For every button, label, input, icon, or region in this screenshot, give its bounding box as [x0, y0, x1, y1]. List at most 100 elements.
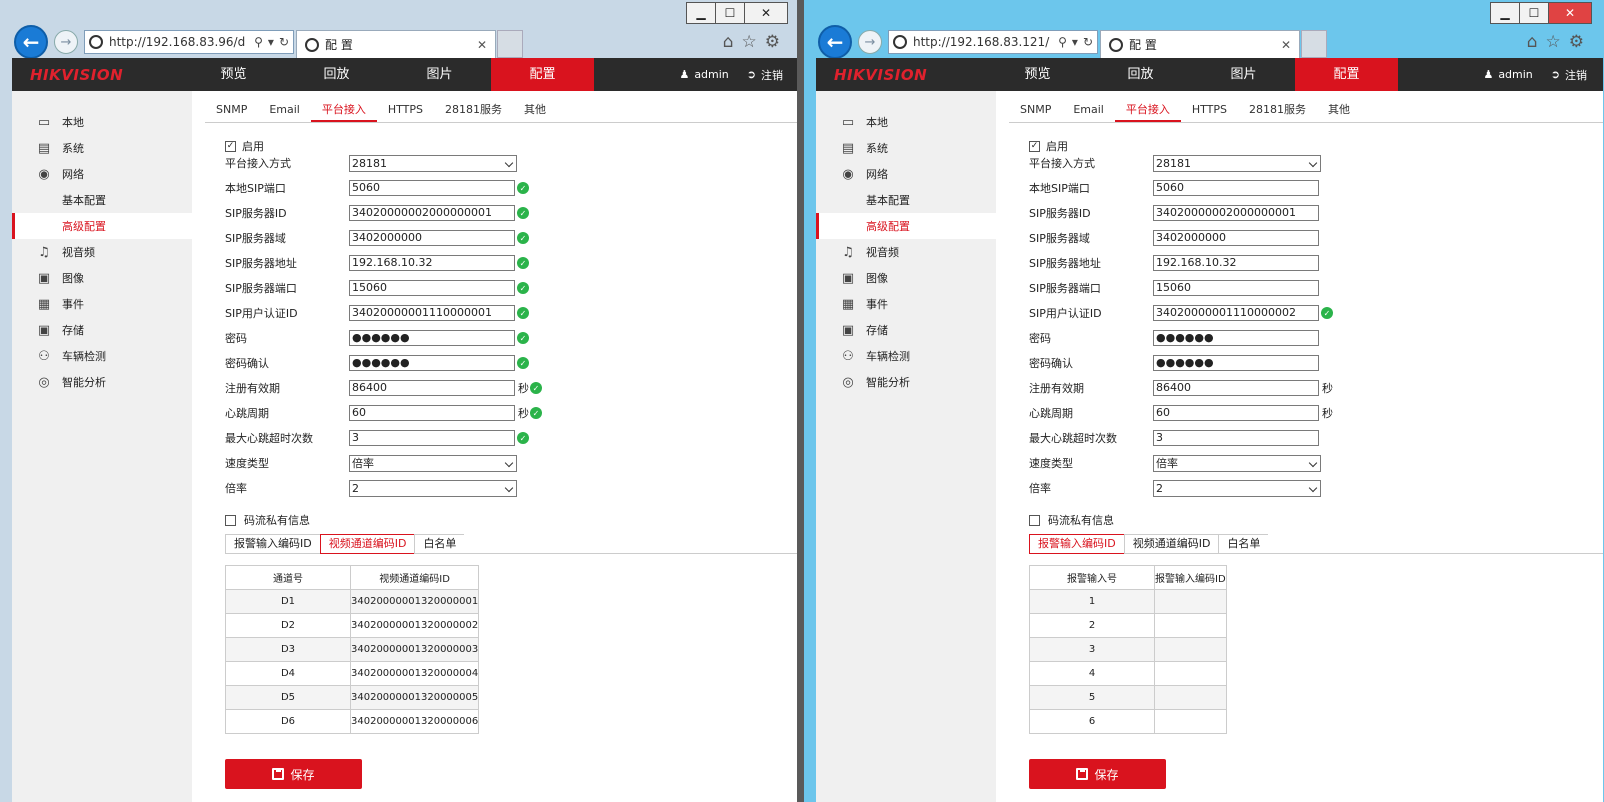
- enable-checkbox[interactable]: ✓: [1029, 140, 1040, 152]
- sidebar-item-advanced-config[interactable]: 高级配置: [816, 213, 996, 239]
- save-button[interactable]: 保存: [225, 759, 362, 789]
- password-confirm-input[interactable]: ●●●●●●: [1153, 355, 1319, 371]
- close-button[interactable]: ✕: [744, 2, 788, 24]
- refresh-icon[interactable]: ↻: [279, 35, 289, 49]
- user-menu[interactable]: ♟ admin: [679, 68, 728, 81]
- sip-user-auth-id-input[interactable]: 34020000001110000002: [1153, 305, 1319, 321]
- tab-snmp[interactable]: SNMP: [1009, 99, 1062, 122]
- minimize-button[interactable]: ▁: [1490, 2, 1520, 24]
- logout-button[interactable]: ➲ 注销: [747, 67, 783, 83]
- local-sip-port-input[interactable]: 5060: [1153, 180, 1319, 196]
- search-icon[interactable]: ⚲: [254, 35, 263, 49]
- password-confirm-input[interactable]: ●●●●●●: [349, 355, 515, 371]
- sidebar-item-event[interactable]: ▦ 事件: [12, 291, 192, 317]
- refresh-icon[interactable]: ↻: [1083, 35, 1093, 49]
- search-icon[interactable]: ⚲: [1058, 35, 1067, 49]
- new-tab-button[interactable]: [497, 30, 523, 58]
- address-bar[interactable]: http://192.168.83.121/⚲ ▾ ↻: [888, 30, 1098, 54]
- tab-other[interactable]: 其他: [513, 99, 557, 122]
- sidebar-item-advanced-config[interactable]: 高级配置: [12, 213, 192, 239]
- maximize-button[interactable]: ☐: [1519, 2, 1549, 24]
- address-bar[interactable]: http://192.168.83.96/d ⚲ ▾ ↻: [84, 30, 294, 54]
- save-button[interactable]: 保存: [1029, 759, 1166, 789]
- sidebar-item-system[interactable]: ▤ 系统: [12, 135, 192, 161]
- enable-checkbox[interactable]: ✓: [225, 140, 236, 152]
- user-menu[interactable]: ♟ admin: [1483, 68, 1532, 81]
- table-cell[interactable]: 34020000001320000006: [349, 709, 480, 734]
- nav-item-preview[interactable]: 预览: [182, 58, 285, 91]
- settings-gear-icon[interactable]: ⚙: [765, 32, 780, 52]
- speed-type-select[interactable]: 倍率: [1153, 454, 1321, 472]
- step-whitelist[interactable]: 白名单: [1218, 534, 1269, 554]
- access-mode-select[interactable]: 28181: [349, 154, 517, 172]
- sip-server-domain-input[interactable]: 3402000000: [1153, 230, 1319, 246]
- sip-user-auth-id-input[interactable]: 34020000001110000001: [349, 305, 515, 321]
- private-info-checkbox[interactable]: [1029, 514, 1040, 526]
- register-expiry-input[interactable]: 86400: [349, 380, 515, 396]
- table-cell[interactable]: [1154, 589, 1227, 614]
- sidebar-item-storage[interactable]: ▣ 存储: [816, 317, 996, 343]
- sip-server-address-input[interactable]: 192.168.10.32: [1153, 255, 1319, 271]
- tab-email[interactable]: Email: [258, 99, 311, 122]
- password-input[interactable]: ●●●●●●: [1153, 330, 1319, 346]
- sidebar-item-local[interactable]: ▭ 本地: [816, 109, 996, 135]
- tab-28181-service[interactable]: 28181服务: [1238, 99, 1317, 122]
- nav-item-picture[interactable]: 图片: [388, 58, 491, 91]
- password-input[interactable]: ●●●●●●: [349, 330, 515, 346]
- minimize-button[interactable]: ▁: [686, 2, 716, 24]
- sip-server-port-input[interactable]: 15060: [349, 280, 515, 296]
- step-whitelist[interactable]: 白名单: [414, 534, 465, 554]
- url-text[interactable]: http://192.168.83.96/d: [109, 35, 254, 49]
- sip-server-port-input[interactable]: 15060: [1153, 280, 1319, 296]
- tab-https[interactable]: HTTPS: [377, 99, 434, 122]
- back-button[interactable]: ←: [818, 25, 852, 59]
- forward-button[interactable]: →: [858, 30, 882, 54]
- max-heartbeat-timeout-input[interactable]: 3: [1153, 430, 1319, 446]
- table-cell[interactable]: 34020000001320000003: [349, 637, 480, 662]
- sidebar-item-event[interactable]: ▦ 事件: [816, 291, 996, 317]
- nav-item-preview[interactable]: 预览: [986, 58, 1089, 91]
- url-text[interactable]: http://192.168.83.121/: [913, 35, 1058, 49]
- tab-email[interactable]: Email: [1062, 99, 1115, 122]
- sidebar-item-video-audio[interactable]: ♫ 视音频: [816, 239, 996, 265]
- sip-server-id-input[interactable]: 34020000002000000001: [349, 205, 515, 221]
- favorites-star-icon[interactable]: ☆: [1546, 32, 1561, 52]
- heartbeat-period-input[interactable]: 60: [1153, 405, 1319, 421]
- rate-select[interactable]: 2: [1153, 479, 1321, 497]
- table-cell[interactable]: [1154, 637, 1227, 662]
- sidebar-item-image[interactable]: ▣ 图像: [12, 265, 192, 291]
- sidebar-item-local[interactable]: ▭ 本地: [12, 109, 192, 135]
- sidebar-item-system[interactable]: ▤ 系统: [816, 135, 996, 161]
- step-alarm-input-id[interactable]: 报警输入编码ID: [225, 534, 320, 554]
- table-cell[interactable]: 34020000001320000002: [349, 613, 480, 638]
- dropdown-icon[interactable]: ▾: [268, 35, 274, 49]
- sidebar-item-vehicle-detection[interactable]: ⚇ 车辆检测: [12, 343, 192, 369]
- sidebar-item-video-audio[interactable]: ♫ 视音频: [12, 239, 192, 265]
- nav-item-playback[interactable]: 回放: [1089, 58, 1192, 91]
- sidebar-item-smart-analysis[interactable]: ◎ 智能分析: [12, 369, 192, 395]
- sidebar-item-network[interactable]: ◉ 网络: [816, 161, 996, 187]
- sidebar-item-basic-config[interactable]: 基本配置: [816, 187, 996, 213]
- tab-platform-access[interactable]: 平台接入: [310, 99, 377, 122]
- step-alarm-input-id[interactable]: 报警输入编码ID: [1029, 534, 1124, 554]
- dropdown-icon[interactable]: ▾: [1072, 35, 1078, 49]
- table-cell[interactable]: [1154, 685, 1227, 710]
- new-tab-button[interactable]: [1301, 30, 1327, 58]
- tab-close-icon[interactable]: ✕: [1281, 38, 1299, 52]
- settings-gear-icon[interactable]: ⚙: [1569, 32, 1584, 52]
- logout-button[interactable]: ➲ 注销: [1551, 67, 1587, 83]
- table-cell[interactable]: 34020000001320000004: [349, 661, 480, 686]
- nav-item-config[interactable]: 配置: [1295, 58, 1398, 91]
- sip-server-address-input[interactable]: 192.168.10.32: [349, 255, 515, 271]
- local-sip-port-input[interactable]: 5060: [349, 180, 515, 196]
- sip-server-domain-input[interactable]: 3402000000: [349, 230, 515, 246]
- table-cell[interactable]: [1154, 613, 1227, 638]
- table-cell[interactable]: 34020000001320000005: [349, 685, 480, 710]
- heartbeat-period-input[interactable]: 60: [349, 405, 515, 421]
- private-info-checkbox[interactable]: [225, 514, 236, 526]
- table-cell[interactable]: 34020000001320000001: [349, 589, 480, 614]
- home-icon[interactable]: ⌂: [1527, 32, 1538, 52]
- nav-item-config[interactable]: 配置: [491, 58, 594, 91]
- browser-tab[interactable]: 配 置 ✕: [296, 30, 496, 58]
- sidebar-item-storage[interactable]: ▣ 存储: [12, 317, 192, 343]
